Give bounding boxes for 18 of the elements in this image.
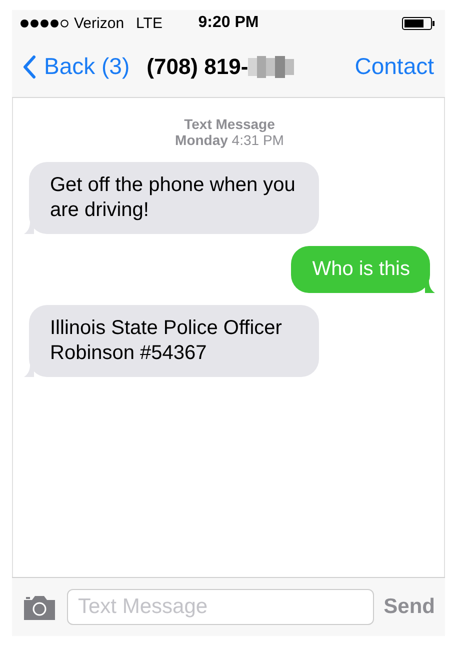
contact-link[interactable]: Contact: [354, 53, 434, 80]
camera-icon[interactable]: [22, 594, 57, 620]
message-timestamp: Monday 4:31 PM: [175, 132, 284, 148]
battery-icon: [402, 16, 435, 30]
redacted-digits-drawing: [248, 56, 294, 78]
network-type: LTE: [136, 14, 162, 32]
clock-time: 9:20 PM: [198, 14, 259, 31]
bubble-tail-icon: [425, 281, 435, 293]
carrier-name: Verizon: [74, 14, 124, 32]
service-label: Text Message: [184, 116, 275, 132]
contact-number: (708) 819-: [146, 54, 248, 80]
back-button[interactable]: Back (3): [22, 53, 130, 80]
chevron-left-icon: [22, 54, 36, 78]
bubble-tail-icon: [24, 222, 34, 234]
send-button[interactable]: Send: [384, 595, 435, 619]
bubble-tail-icon: [24, 365, 34, 377]
message-input-field[interactable]: Text Message: [67, 589, 374, 625]
signal-icon: [20, 18, 70, 28]
